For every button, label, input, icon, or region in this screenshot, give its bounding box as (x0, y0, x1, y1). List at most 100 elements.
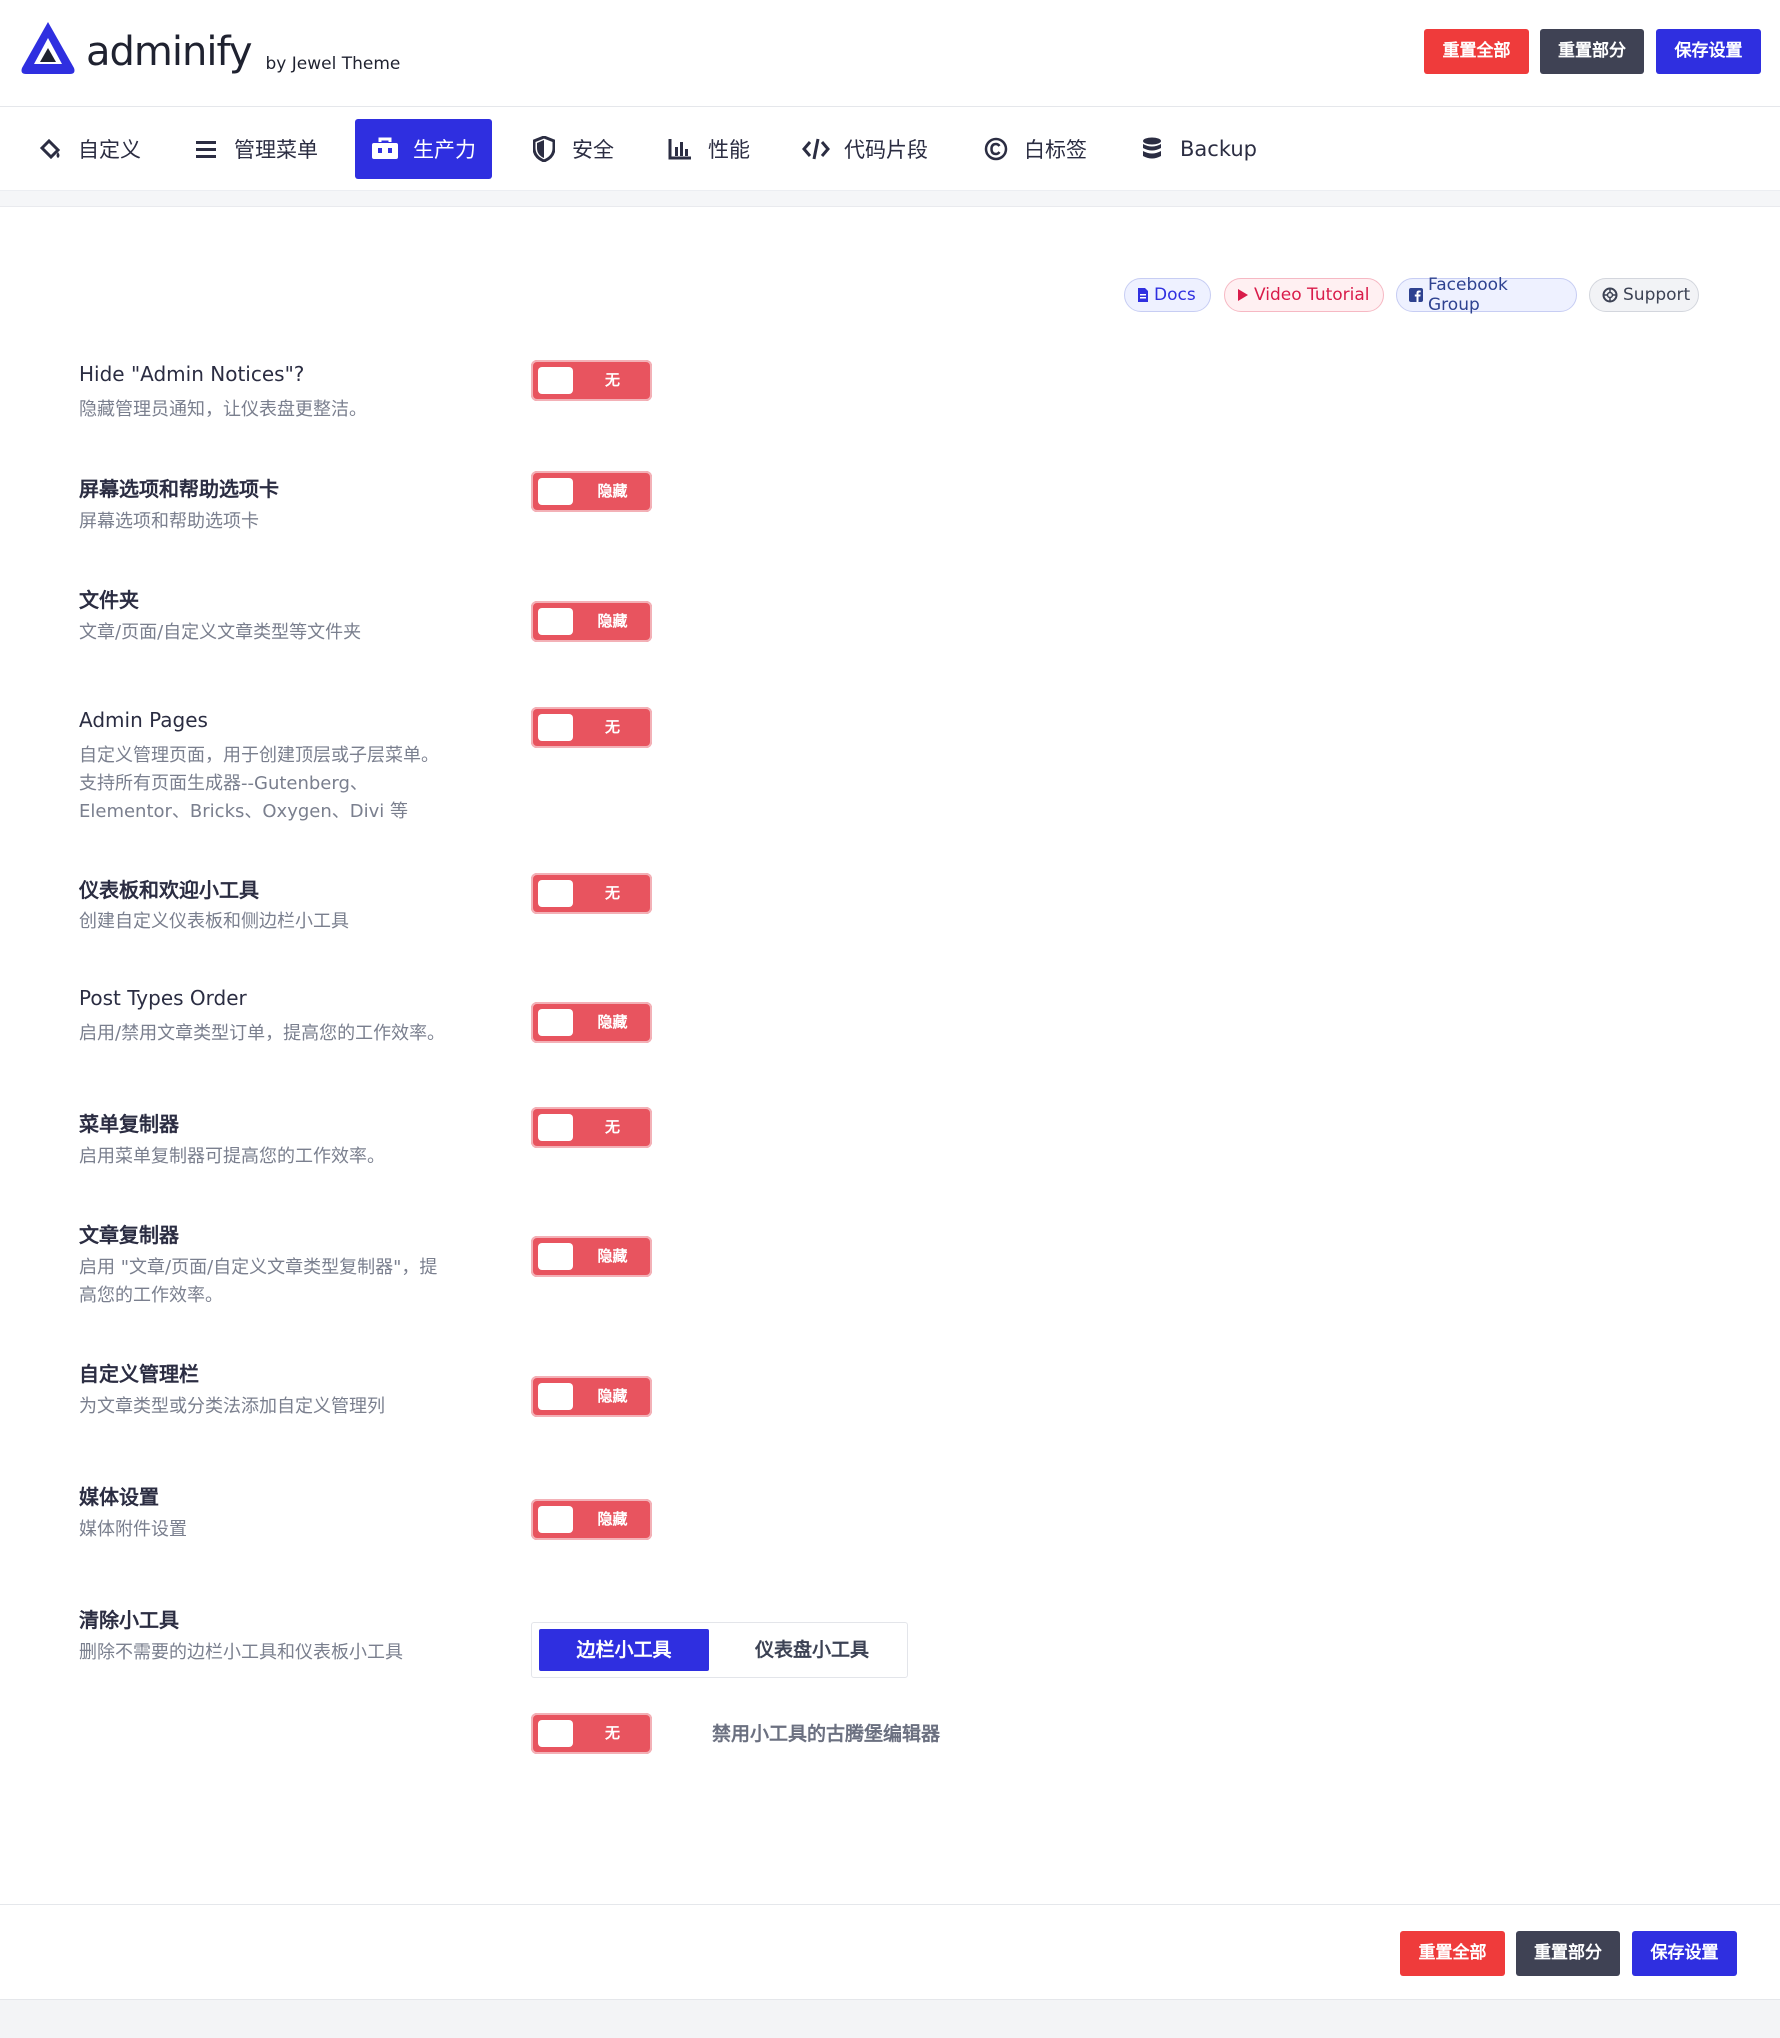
docs-link[interactable]: Docs (1124, 278, 1211, 312)
facebook-group-link[interactable]: Facebook Group (1396, 275, 1577, 315)
setting-title-post-types-order: Post Types Order (79, 986, 247, 1010)
footer-save-settings-button[interactable]: 保存设置 (1632, 1931, 1737, 1976)
widgets-segmented-control: 边栏小工具 仪表盘小工具 (531, 1622, 908, 1678)
copyright-icon (982, 135, 1010, 163)
code-icon (802, 135, 830, 163)
tab-label: Backup (1180, 137, 1257, 161)
tab-label: 自定义 (78, 138, 141, 162)
tab-white-label[interactable]: 白标签 (966, 119, 1103, 179)
post-types-order-toggle[interactable]: 隐藏 (531, 1002, 652, 1043)
toggle-label: 隐藏 (597, 1013, 628, 1031)
custom-admin-columns-toggle[interactable]: 隐藏 (531, 1376, 652, 1417)
toggle-knob (538, 608, 573, 635)
toggle-knob (538, 1243, 573, 1270)
setting-title-post-duplicator: 文章复制器 (79, 1223, 179, 1247)
menu-duplicator-toggle[interactable]: 无 (531, 1107, 652, 1148)
hide-admin-notices-toggle[interactable]: 无 (531, 360, 652, 401)
footer-reset-all-button[interactable]: 重置全部 (1400, 1931, 1505, 1976)
setting-desc: Elementor、Bricks、Oxygen、Divi 等 (79, 801, 409, 822)
toggle-knob (538, 478, 573, 505)
paint-bucket-icon (36, 135, 64, 163)
tab-performance[interactable]: 性能 (650, 119, 766, 179)
setting-title-remove-widgets: 清除小工具 (79, 1608, 179, 1632)
facebook-group-label: Facebook Group (1428, 275, 1508, 315)
admin-pages-toggle[interactable]: 无 (531, 707, 652, 748)
disable-gutenberg-widgets-toggle[interactable]: 无 (531, 1713, 652, 1754)
document-icon (1137, 287, 1149, 303)
facebook-icon (1409, 288, 1423, 302)
brand-name: adminify (86, 29, 252, 75)
toggle-label: 隐藏 (597, 482, 628, 500)
dashboard-widgets-toggle[interactable]: 无 (531, 873, 652, 914)
bottom-action-bar: 重置全部 重置部分 保存设置 (0, 1904, 1780, 2000)
support-link-label: Support (1623, 285, 1691, 305)
tab-label: 性能 (708, 138, 750, 162)
tabs-divider (0, 191, 1780, 207)
toggle-knob (538, 1114, 573, 1141)
setting-title-dashboard-widgets: 仪表板和欢迎小工具 (79, 878, 259, 902)
toggle-knob (538, 1009, 573, 1036)
tab-label: 管理菜单 (234, 138, 318, 162)
tab-security[interactable]: 安全 (514, 119, 630, 179)
disable-gutenberg-widgets-label: 禁用小工具的古腾堡编辑器 (712, 1723, 941, 1745)
tab-sidebar-widgets[interactable]: 边栏小工具 (539, 1629, 709, 1671)
tab-productivity[interactable]: 生产力 (355, 119, 492, 179)
tab-admin-menu[interactable]: 管理菜单 (176, 119, 334, 179)
screen-options-toggle[interactable]: 隐藏 (531, 471, 652, 512)
setting-title-screen-options: 屏幕选项和帮助选项卡 (79, 477, 279, 501)
toggle-label: 无 (604, 1724, 620, 1742)
tab-label: 安全 (572, 138, 614, 162)
brand-byline: by Jewel Theme (265, 54, 401, 74)
reset-all-button[interactable]: 重置全部 (1424, 29, 1529, 74)
toggle-knob (538, 714, 573, 741)
bar-chart-icon (666, 135, 694, 163)
save-settings-button[interactable]: 保存设置 (1656, 29, 1761, 74)
toolbox-icon (371, 135, 399, 163)
docs-link-label: Docs (1154, 285, 1196, 305)
video-tutorial-label: Video Tutorial (1254, 285, 1370, 305)
toggle-label: 隐藏 (597, 1510, 628, 1528)
setting-desc: 自定义管理页面，用于创建顶层或子层菜单。 (79, 745, 439, 766)
toggle-label: 无 (604, 718, 620, 736)
play-icon (1237, 288, 1249, 302)
setting-title-menu-duplicator: 菜单复制器 (79, 1112, 179, 1136)
setting-title-admin-pages: Admin Pages (79, 708, 208, 732)
toggle-knob (538, 1383, 573, 1410)
setting-desc: 启用菜单复制器可提高您的工作效率。 (79, 1146, 385, 1167)
setting-title-hide-admin-notices: Hide "Admin Notices"? (79, 362, 305, 386)
setting-desc: 支持所有页面生成器--Gutenberg、 (79, 773, 368, 794)
tab-label: 生产力 (413, 138, 476, 162)
toggle-label: 无 (604, 371, 620, 389)
tab-code-snippets[interactable]: 代码片段 (786, 119, 944, 179)
footer-reset-section-button[interactable]: 重置部分 (1516, 1931, 1620, 1976)
setting-desc: 媒体附件设置 (79, 1519, 187, 1540)
reset-section-button[interactable]: 重置部分 (1540, 29, 1644, 74)
brand-logo[interactable]: adminify by Jewel Theme (18, 18, 400, 78)
page-bottom (0, 2000, 1780, 2038)
toggle-knob (538, 1506, 573, 1533)
folders-toggle[interactable]: 隐藏 (531, 601, 652, 642)
setting-title-folders: 文件夹 (79, 588, 139, 612)
toggle-label: 无 (604, 884, 620, 902)
tab-dashboard-widgets[interactable]: 仪表盘小工具 (722, 1629, 902, 1671)
post-duplicator-toggle[interactable]: 隐藏 (531, 1236, 652, 1277)
media-settings-toggle[interactable]: 隐藏 (531, 1499, 652, 1540)
support-link[interactable]: Support (1589, 278, 1699, 312)
top-header: adminify by Jewel Theme 重置全部 重置部分 保存设置 (0, 0, 1780, 107)
setting-desc: 屏幕选项和帮助选项卡 (79, 511, 259, 532)
list-icon (192, 135, 220, 163)
setting-desc: 删除不需要的边栏小工具和仪表板小工具 (79, 1642, 403, 1663)
setting-title-media-settings: 媒体设置 (79, 1485, 159, 1509)
video-tutorial-link[interactable]: Video Tutorial (1224, 278, 1384, 312)
tab-label: 白标签 (1024, 138, 1087, 162)
toggle-label: 隐藏 (597, 1247, 628, 1265)
setting-desc: 隐藏管理员通知，让仪表盘更整洁。 (79, 399, 367, 420)
setting-desc: 启用/禁用文章类型订单，提高您的工作效率。 (79, 1023, 446, 1044)
setting-desc: 高您的工作效率。 (79, 1285, 223, 1306)
toggle-label: 隐藏 (597, 1387, 628, 1405)
tab-customize[interactable]: 自定义 (20, 119, 157, 179)
tab-backup[interactable]: Backup (1122, 119, 1273, 179)
setting-desc: 为文章类型或分类法添加自定义管理列 (79, 1396, 385, 1417)
tab-label: 代码片段 (844, 138, 928, 162)
toggle-knob (538, 1720, 573, 1747)
